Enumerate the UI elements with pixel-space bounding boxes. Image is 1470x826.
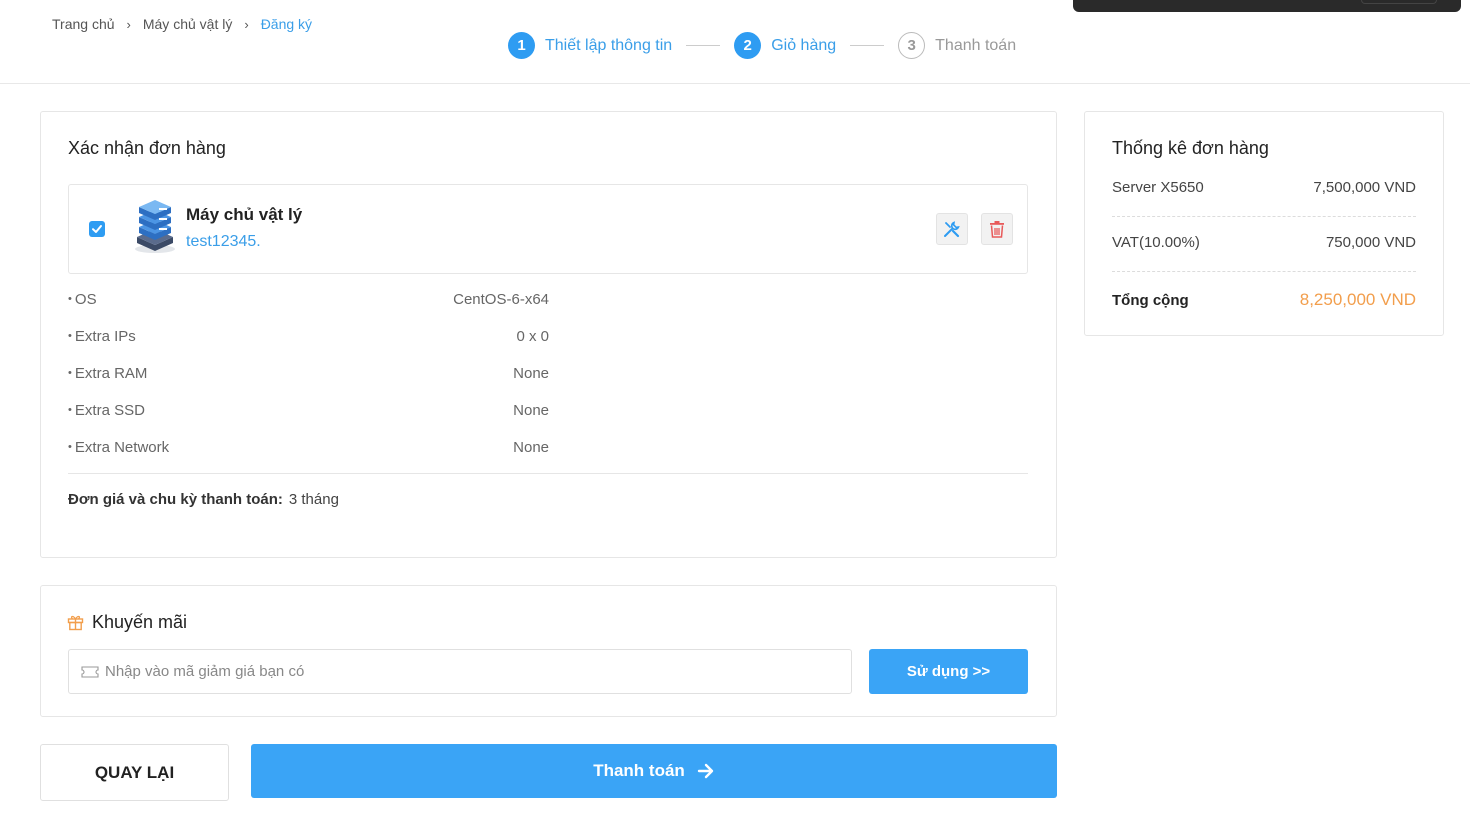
promo-card: Khuyến mãi Sử dụng >> — [40, 585, 1057, 717]
billing-cycle: Đơn giá và chu kỳ thanh toán: 3 tháng — [68, 491, 339, 508]
apply-promo-button[interactable]: Sử dụng >> — [869, 649, 1028, 694]
cart-item: Máy chủ vật lý test12345. — [68, 184, 1028, 274]
summary-title: Thống kê đơn hàng — [1112, 138, 1269, 158]
summary-value: 750,000 VND — [1325, 234, 1416, 251]
top-header: Trang chủ › Máy chủ vật lý › Đăng ký 1 T… — [0, 0, 1470, 84]
step-label: Thanh toán — [935, 36, 1017, 54]
checkout-steps: 1 Thiết lập thông tin 2 Giỏ hàng 3 Thanh… — [508, 32, 1016, 59]
delete-button[interactable] — [981, 213, 1013, 245]
step-number: 3 — [898, 32, 926, 59]
step-payment: 3 Thanh toán — [898, 32, 1016, 59]
breadcrumb-category[interactable]: Máy chủ vật lý — [143, 16, 232, 32]
configure-button[interactable] — [936, 213, 968, 245]
step-info: 1 Thiết lập thông tin — [508, 32, 672, 59]
breadcrumb-home[interactable]: Trang chủ — [52, 16, 115, 32]
spec-value: None — [513, 439, 549, 456]
chevron-right-icon: › — [244, 16, 249, 32]
chevron-right-icon: › — [126, 16, 131, 32]
popup-button[interactable] — [1361, 0, 1437, 4]
summary-row-total: Tổng cộng 8,250,000 VND — [1112, 290, 1416, 310]
spec-value: None — [513, 365, 549, 382]
divider — [68, 473, 1028, 474]
step-number: 2 — [734, 32, 762, 59]
spec-row-extra-network: Extra Network None — [68, 439, 549, 459]
server-icon — [135, 200, 175, 253]
spec-value: CentOS-6-x64 — [453, 291, 549, 308]
total-value: 8,250,000 VND — [1299, 290, 1416, 309]
spec-value: None — [513, 402, 549, 419]
step-connector — [850, 45, 885, 46]
step-label: Giỏ hàng — [771, 36, 837, 54]
gift-icon — [67, 615, 84, 631]
breadcrumb-current: Đăng ký — [260, 16, 313, 32]
back-button[interactable]: QUAY LẠI — [40, 744, 229, 801]
summary-label: VAT(10.00%) — [1112, 234, 1200, 251]
spec-key: Extra IPs — [68, 328, 136, 348]
spec-key: Extra Network — [68, 439, 169, 459]
checkout-button[interactable]: Thanh toán — [251, 744, 1057, 798]
product-hostname[interactable]: test12345. — [186, 233, 261, 251]
tools-icon — [944, 221, 960, 238]
product-name: Máy chủ vật lý — [186, 205, 303, 224]
spec-row-extra-ram: Extra RAM None — [68, 365, 549, 385]
order-title: Xác nhận đơn hàng — [68, 138, 226, 158]
trash-icon — [990, 221, 1004, 238]
promo-code-input[interactable] — [105, 663, 825, 680]
ticket-icon — [81, 665, 99, 678]
summary-row-server: Server X5650 7,500,000 VND — [1112, 179, 1416, 196]
spec-value: 0 x 0 — [516, 328, 549, 345]
promo-heading: Khuyến mãi — [67, 612, 187, 633]
spec-key: Extra SSD — [68, 402, 145, 422]
spec-row-extra-ssd: Extra SSD None — [68, 402, 549, 422]
step-cart: 2 Giỏ hàng — [734, 32, 836, 59]
promo-code-field[interactable] — [68, 649, 852, 694]
breadcrumb: Trang chủ › Máy chủ vật lý › Đăng ký — [52, 16, 312, 32]
order-confirmation-card: Xác nhận đơn hàng Máy chủ vật lý test123… — [40, 111, 1057, 558]
arrow-right-icon — [697, 763, 715, 779]
spec-key: OS — [68, 291, 97, 311]
dashed-divider — [1112, 271, 1416, 272]
order-summary-card: Thống kê đơn hàng Server X5650 7,500,000… — [1084, 111, 1444, 336]
checkout-button-label: Thanh toán — [593, 761, 685, 780]
spec-row-os: OS CentOS-6-x64 — [68, 291, 549, 311]
check-icon — [92, 225, 102, 233]
summary-label: Server X5650 — [1112, 179, 1204, 196]
spec-key: Extra RAM — [68, 365, 148, 385]
promo-title: Khuyến mãi — [92, 612, 188, 632]
step-label: Thiết lập thông tin — [545, 36, 673, 54]
dashed-divider — [1112, 216, 1416, 217]
total-label: Tổng cộng — [1112, 291, 1189, 309]
summary-value: 7,500,000 VND — [1313, 179, 1416, 196]
billing-cycle-label: Đơn giá và chu kỳ thanh toán: — [68, 491, 283, 508]
summary-row-vat: VAT(10.00%) 750,000 VND — [1112, 234, 1416, 251]
item-checkbox[interactable] — [89, 221, 105, 237]
spec-row-extra-ips: Extra IPs 0 x 0 — [68, 328, 549, 348]
step-connector — [686, 45, 721, 46]
step-number: 1 — [508, 32, 535, 59]
notification-popup — [1073, 0, 1461, 12]
billing-cycle-value: 3 tháng — [288, 491, 339, 508]
